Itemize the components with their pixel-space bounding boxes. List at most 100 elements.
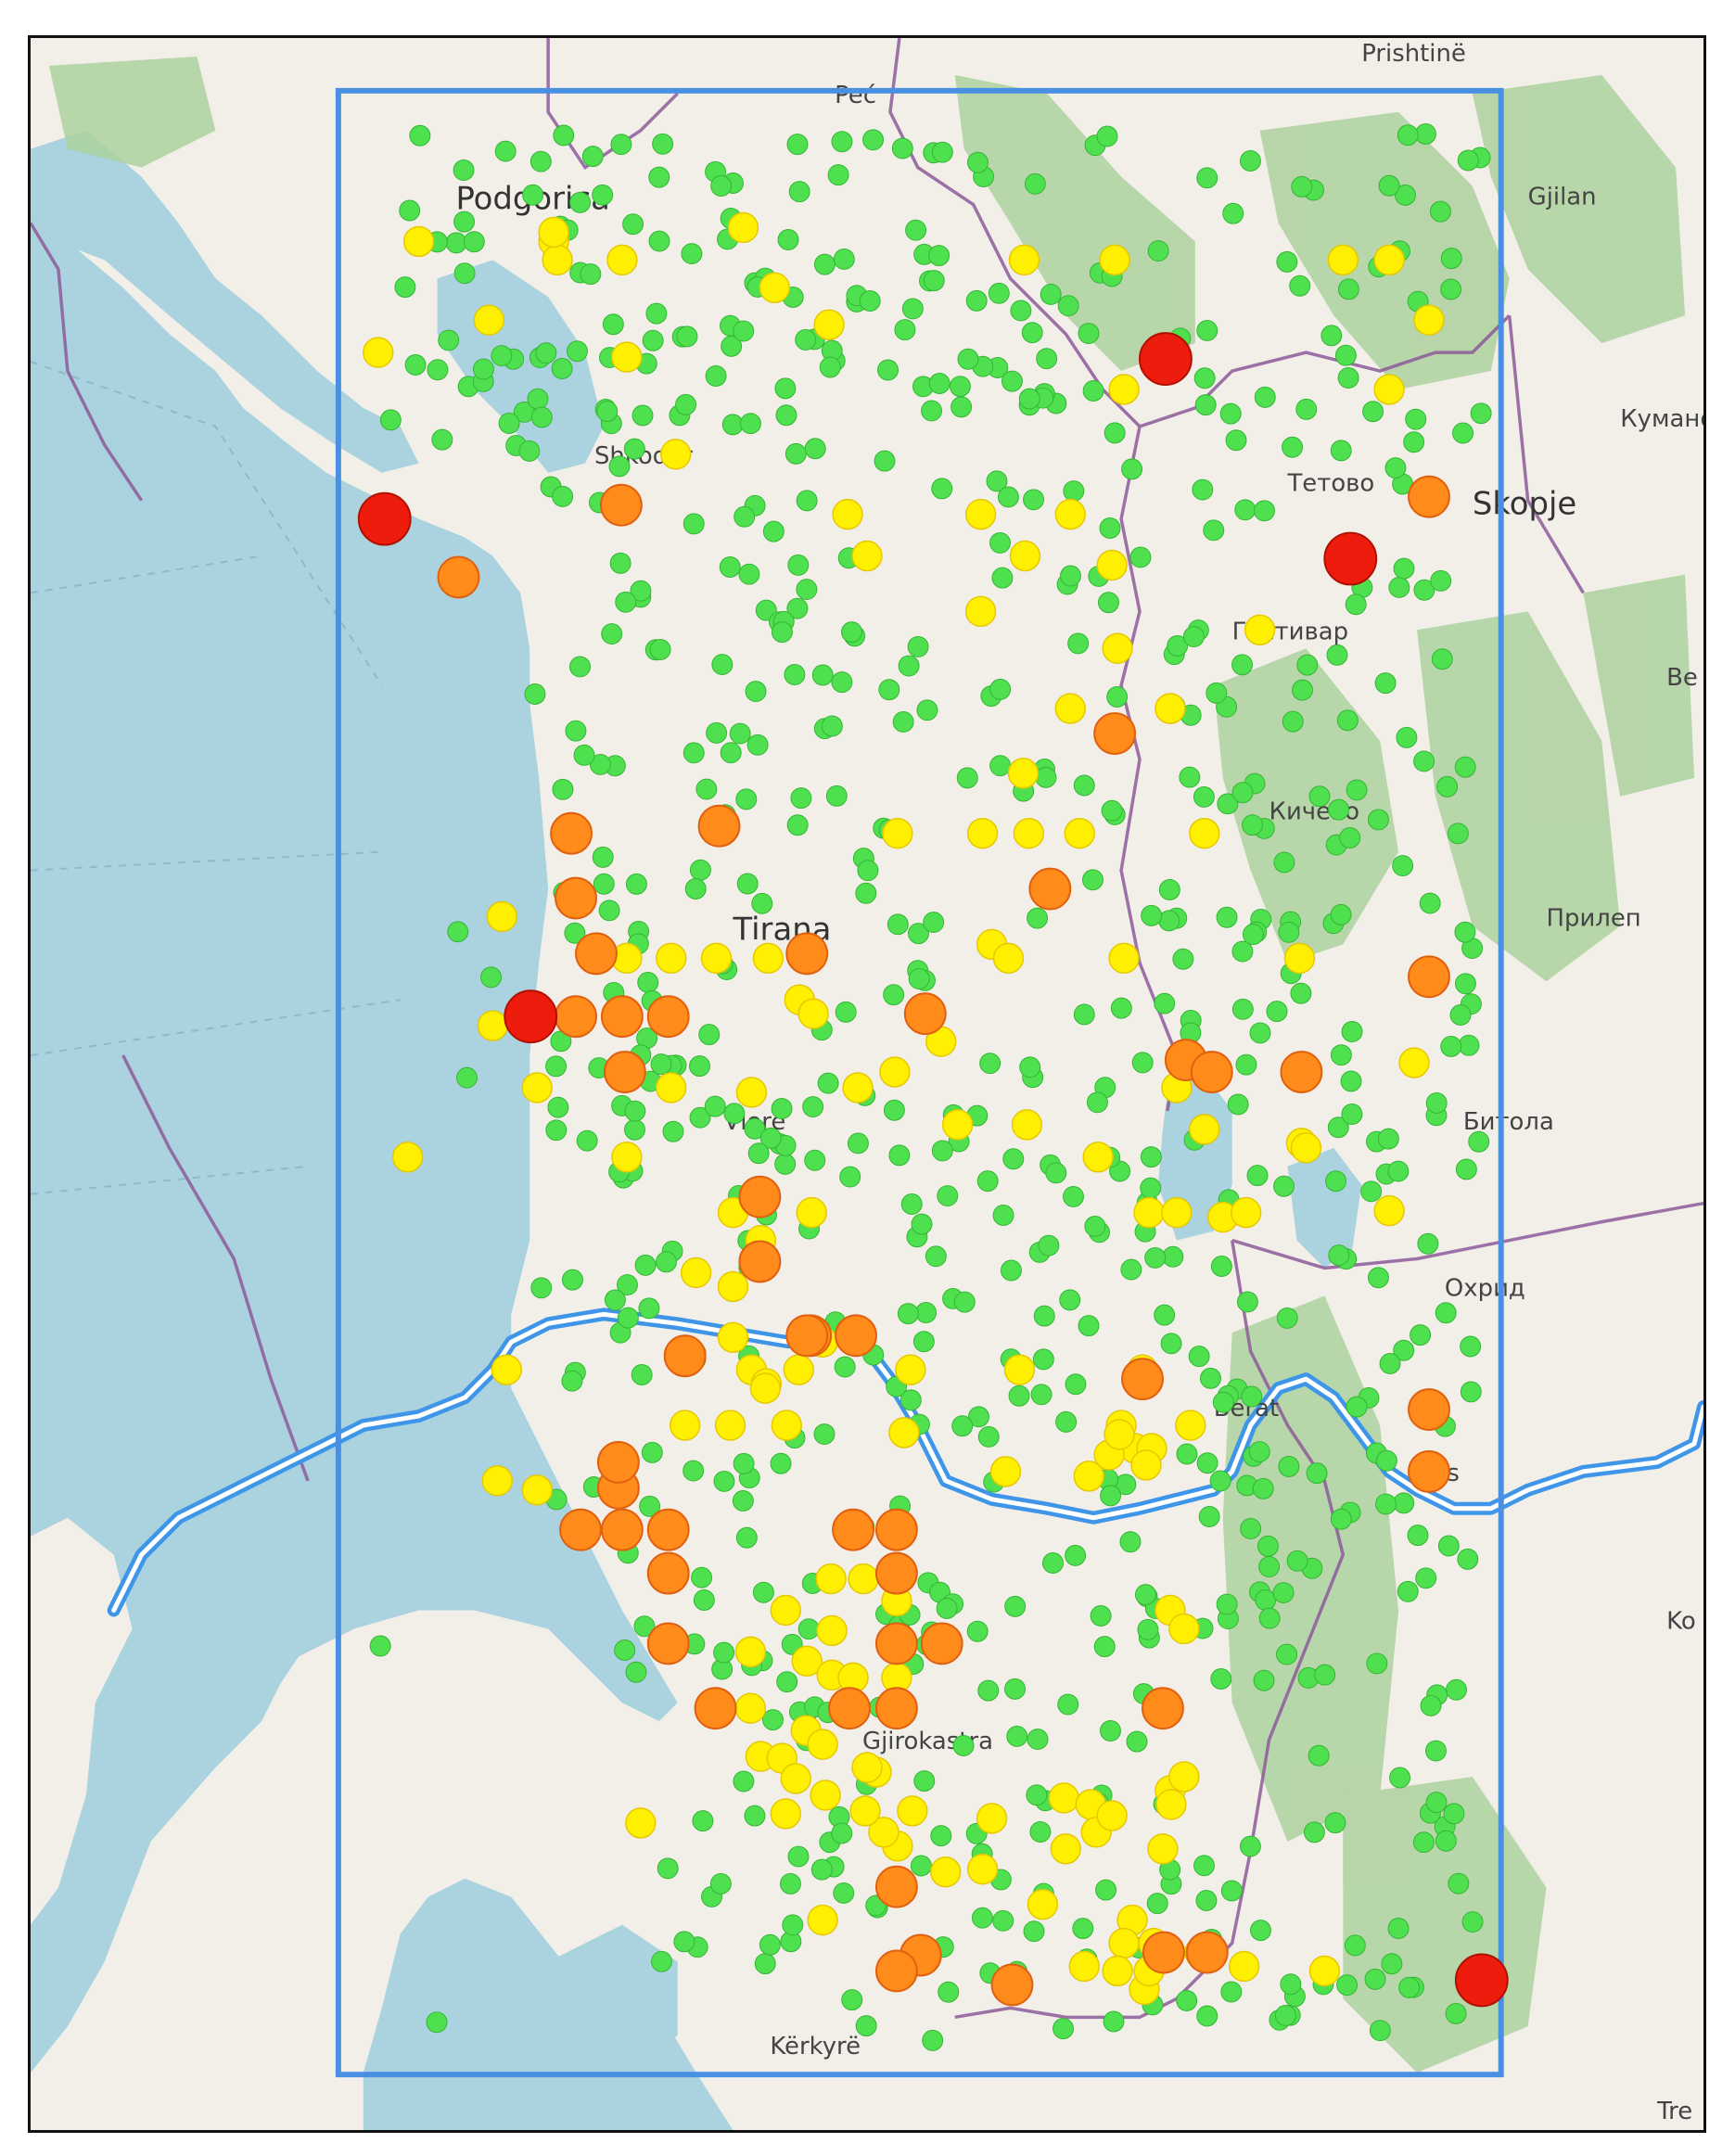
- site-marker-low[interactable]: [1242, 814, 1264, 836]
- site-marker-low[interactable]: [1398, 1976, 1421, 1998]
- site-marker-high[interactable]: [599, 483, 643, 527]
- site-marker-low[interactable]: [698, 1024, 721, 1046]
- site-marker-low[interactable]: [453, 159, 475, 181]
- site-marker-moderate[interactable]: [815, 1563, 847, 1595]
- site-marker-low[interactable]: [1033, 1305, 1055, 1327]
- site-marker-low[interactable]: [1440, 248, 1462, 270]
- site-marker-low[interactable]: [1254, 500, 1275, 522]
- site-marker-low[interactable]: [989, 678, 1012, 700]
- site-marker-high[interactable]: [1280, 1051, 1323, 1093]
- site-marker-low[interactable]: [1292, 679, 1313, 701]
- site-marker-low[interactable]: [648, 230, 670, 252]
- site-marker-low[interactable]: [888, 1144, 911, 1167]
- site-marker-low[interactable]: [545, 1055, 568, 1078]
- site-marker-low[interactable]: [952, 1735, 975, 1756]
- site-marker-low[interactable]: [905, 219, 927, 241]
- site-marker-moderate[interactable]: [879, 1056, 911, 1088]
- site-marker-low[interactable]: [545, 1119, 568, 1142]
- site-marker-low[interactable]: [1337, 278, 1359, 300]
- site-marker-low[interactable]: [1360, 1180, 1383, 1203]
- site-marker-low[interactable]: [797, 1618, 820, 1640]
- site-marker-moderate[interactable]: [780, 1763, 811, 1794]
- site-marker-low[interactable]: [1106, 686, 1129, 708]
- site-marker-moderate[interactable]: [752, 942, 785, 975]
- site-marker-low[interactable]: [745, 681, 767, 703]
- site-marker-low[interactable]: [965, 289, 988, 312]
- site-marker-high[interactable]: [575, 932, 618, 976]
- site-marker-low[interactable]: [949, 376, 971, 398]
- site-marker-low[interactable]: [1417, 1232, 1439, 1255]
- site-marker-low[interactable]: [1220, 1981, 1243, 2003]
- site-marker-low[interactable]: [610, 134, 632, 156]
- site-marker-low[interactable]: [1216, 906, 1238, 928]
- site-marker-moderate[interactable]: [813, 309, 845, 340]
- site-marker-low[interactable]: [1254, 386, 1276, 408]
- site-marker-high[interactable]: [874, 1687, 918, 1730]
- site-marker-low[interactable]: [1470, 402, 1492, 425]
- site-marker-low[interactable]: [976, 1170, 999, 1193]
- site-marker-low[interactable]: [720, 742, 742, 764]
- site-marker-low[interactable]: [1239, 1835, 1261, 1857]
- site-marker-moderate[interactable]: [1082, 1142, 1114, 1173]
- site-marker-low[interactable]: [522, 184, 544, 206]
- site-marker-low[interactable]: [796, 490, 818, 512]
- site-marker-low[interactable]: [1430, 569, 1452, 592]
- site-marker-low[interactable]: [1419, 892, 1441, 914]
- site-marker-low[interactable]: [787, 1845, 810, 1868]
- site-marker-low[interactable]: [1314, 1664, 1336, 1686]
- site-marker-low[interactable]: [1193, 785, 1215, 808]
- site-marker-moderate[interactable]: [481, 1465, 514, 1497]
- site-marker-low[interactable]: [956, 767, 978, 789]
- site-marker-low[interactable]: [857, 860, 879, 882]
- site-marker-moderate[interactable]: [1011, 1109, 1043, 1141]
- site-marker-moderate[interactable]: [1175, 1410, 1206, 1441]
- site-marker-low[interactable]: [598, 899, 620, 922]
- site-marker-low[interactable]: [704, 1095, 726, 1117]
- site-marker-low[interactable]: [1387, 1160, 1410, 1182]
- site-marker-low[interactable]: [1121, 458, 1143, 480]
- site-marker-low[interactable]: [518, 440, 541, 462]
- site-marker-low[interactable]: [977, 1425, 1000, 1448]
- site-marker-low[interactable]: [1375, 1493, 1397, 1515]
- site-marker-low[interactable]: [1346, 1396, 1368, 1418]
- site-marker-low[interactable]: [1073, 774, 1095, 797]
- site-marker-low[interactable]: [683, 513, 705, 535]
- site-marker-low[interactable]: [1443, 1803, 1465, 1825]
- site-marker-moderate[interactable]: [1283, 942, 1316, 975]
- site-marker-low[interactable]: [1154, 992, 1176, 1014]
- site-marker-low[interactable]: [989, 755, 1012, 777]
- site-marker-low[interactable]: [912, 1331, 935, 1353]
- site-marker-low[interactable]: [1308, 1744, 1330, 1767]
- site-marker-moderate[interactable]: [783, 1354, 814, 1385]
- site-marker-moderate[interactable]: [1108, 942, 1140, 975]
- site-marker-low[interactable]: [921, 400, 943, 422]
- site-marker-low[interactable]: [957, 348, 979, 370]
- site-marker-moderate[interactable]: [976, 1803, 1008, 1834]
- site-marker-low[interactable]: [729, 722, 751, 745]
- site-marker-low[interactable]: [804, 1149, 826, 1171]
- site-marker-low[interactable]: [1239, 150, 1261, 172]
- site-marker-high[interactable]: [596, 1440, 640, 1484]
- site-marker-low[interactable]: [928, 373, 950, 394]
- site-marker-low[interactable]: [1078, 1315, 1100, 1337]
- site-marker-low[interactable]: [1344, 1934, 1366, 1957]
- site-marker-low[interactable]: [862, 129, 885, 151]
- site-marker-moderate[interactable]: [816, 1614, 848, 1647]
- site-marker-low[interactable]: [1289, 274, 1311, 297]
- site-marker-low[interactable]: [1374, 672, 1397, 695]
- site-marker-low[interactable]: [922, 2029, 944, 2051]
- site-marker-moderate[interactable]: [1373, 244, 1405, 276]
- site-marker-low[interactable]: [971, 1907, 993, 1929]
- site-marker-low[interactable]: [1280, 1973, 1302, 1996]
- site-marker-moderate[interactable]: [941, 1109, 974, 1141]
- map-frame[interactable]: Podgorica Shkodër Tirana Skopje Тетово Г…: [28, 35, 1706, 2133]
- site-marker-moderate[interactable]: [1155, 693, 1186, 724]
- site-marker-low[interactable]: [1196, 2005, 1218, 2027]
- site-marker-high[interactable]: [555, 995, 597, 1039]
- site-marker-low[interactable]: [827, 164, 849, 186]
- site-marker-low[interactable]: [916, 699, 938, 721]
- site-marker-low[interactable]: [1001, 370, 1023, 392]
- site-marker-moderate[interactable]: [1013, 818, 1045, 849]
- site-marker-low[interactable]: [1336, 1974, 1359, 1997]
- site-marker-low[interactable]: [1195, 1890, 1218, 1911]
